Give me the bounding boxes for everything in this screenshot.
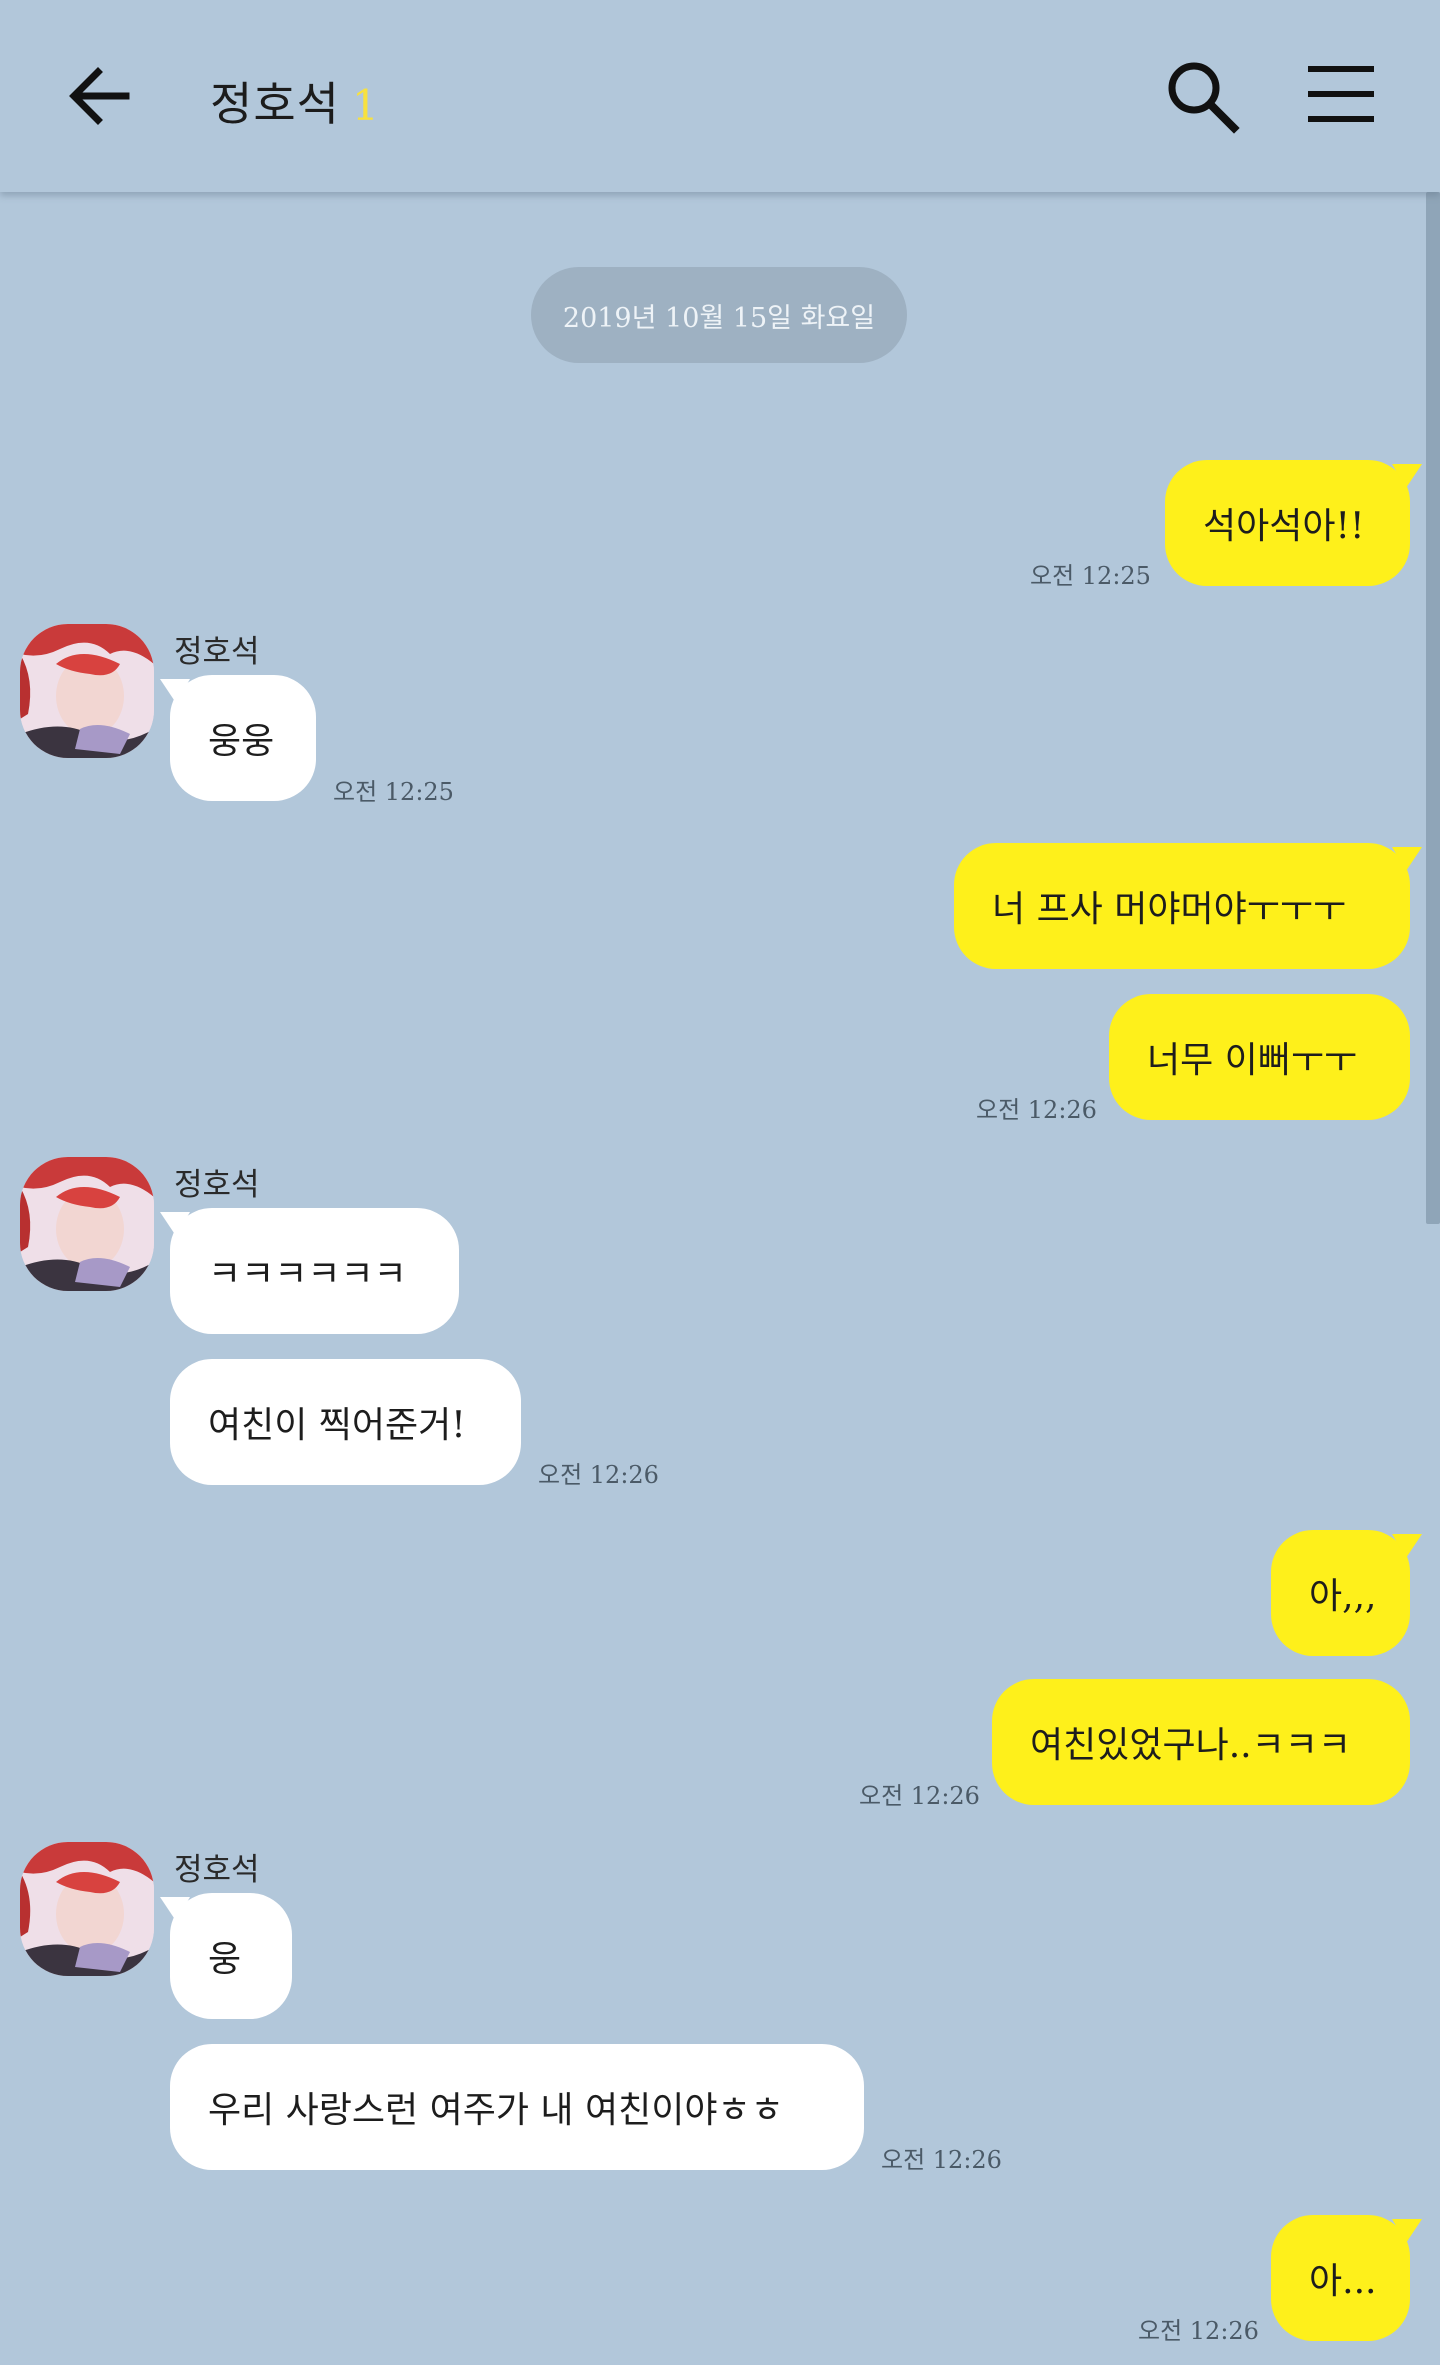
message-time: 오전 12:26 [976,1096,1097,1124]
scrollbar[interactable] [1426,192,1440,1224]
their-message[interactable]: 우리 사랑스런 여주가 내 여친이야ㅎㅎ [170,2044,864,2170]
chat-partner-name: 정호석 [210,77,340,131]
date-divider: 2019년 10월 15일 화요일 [531,267,907,363]
their-message[interactable]: ㅋㅋㅋㅋㅋㅋ [170,1208,459,1334]
message-text: 여친이 찍어준거! [208,1405,466,1446]
avatar[interactable] [20,1842,154,1976]
message-time: 오전 12:25 [1030,562,1151,590]
message-text: 여친있었구나..ㅋㅋㅋ [1030,1725,1351,1766]
bubble-tail [1392,2219,1422,2243]
bubble-tail [160,1897,190,1921]
message-text: 아... [1309,2261,1377,2302]
their-message[interactable]: 웅웅 [170,675,316,801]
chat-header: 정호석 1 [0,0,1440,192]
my-message[interactable]: 아,,, [1271,1530,1410,1656]
menu-button[interactable] [1306,62,1376,128]
message-text: 아,,, [1309,1576,1377,1617]
back-button[interactable] [66,62,134,130]
search-button[interactable] [1164,58,1240,134]
bubble-tail [1392,847,1422,871]
message-time: 오전 12:25 [333,778,454,806]
avatar[interactable] [20,624,154,758]
message-text: 웅 [208,1939,242,1980]
avatar[interactable] [20,1157,154,1291]
message-time: 오전 12:26 [881,2146,1002,2174]
sender-name: 정호석 [174,1852,260,1888]
my-message[interactable]: 너 프사 머야머야ㅜㅜㅜ [954,843,1410,969]
message-text: 너무 이뻐ㅜㅜ [1147,1040,1358,1081]
message-text: 너 프사 머야머야ㅜㅜㅜ [992,889,1347,930]
message-text: 우리 사랑스런 여주가 내 여친이야ㅎㅎ [208,2090,784,2131]
message-text: 석아석아!! [1203,506,1365,547]
their-message[interactable]: 여친이 찍어준거! [170,1359,521,1485]
my-message[interactable]: 석아석아!! [1165,460,1410,586]
bubble-tail [160,679,190,703]
message-text: 웅웅 [208,721,275,762]
message-time: 오전 12:26 [1138,2317,1259,2345]
sender-name: 정호석 [174,1167,260,1203]
message-time: 오전 12:26 [859,1782,980,1810]
my-message[interactable]: 여친있었구나..ㅋㅋㅋ [992,1679,1410,1805]
my-message[interactable]: 너무 이뻐ㅜㅜ [1109,994,1410,1120]
unread-count: 1 [351,81,380,130]
bubble-tail [1392,1534,1422,1558]
bubble-tail [160,1212,190,1236]
search-icon [1168,62,1240,134]
message-text: ㅋㅋㅋㅋㅋㅋ [208,1254,407,1295]
message-time: 오전 12:26 [538,1461,659,1489]
bubble-tail [1392,464,1422,488]
my-message[interactable]: 아... [1271,2215,1410,2341]
menu-icon [1308,66,1374,122]
back-arrow-icon [69,67,130,125]
chat-title: 정호석 1 [210,68,380,134]
sender-name: 정호석 [174,634,260,670]
